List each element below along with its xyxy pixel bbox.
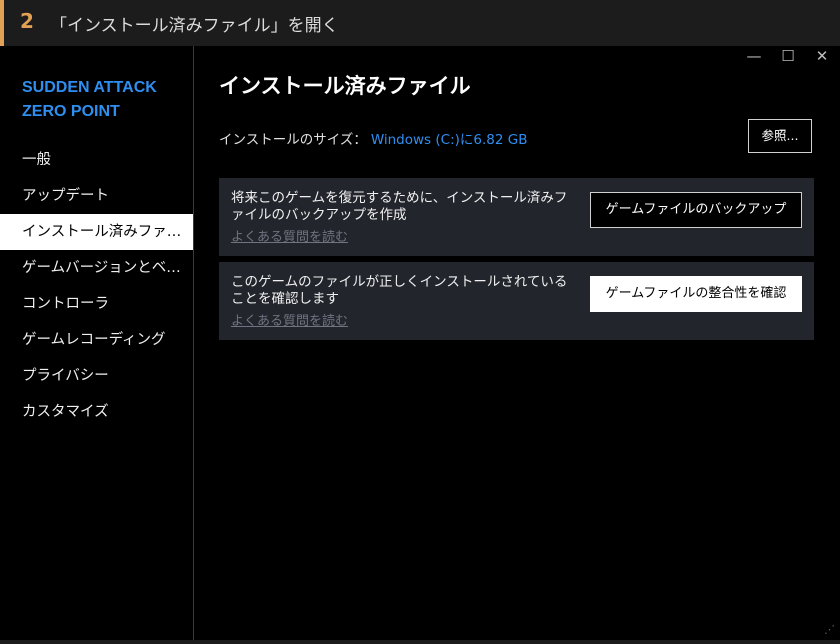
- verify-integrity-button[interactable]: ゲームファイルの整合性を確認: [590, 276, 802, 312]
- install-size-label: インストールのサイズ：: [219, 132, 367, 148]
- step-number: 2: [20, 9, 34, 33]
- backup-faq-link[interactable]: よくある質問を読む: [231, 226, 348, 245]
- sidebar-item-game-recording[interactable]: ゲームレコーディング: [0, 322, 193, 358]
- verify-description: このゲームのファイルが正しくインストールされていることを確認します: [231, 274, 568, 307]
- maximize-icon[interactable]: ☐: [776, 46, 800, 66]
- sidebar-item-customize[interactable]: カスタマイズ: [0, 394, 193, 430]
- close-icon[interactable]: ✕: [810, 46, 834, 66]
- sidebar-item-updates[interactable]: アップデート: [0, 178, 193, 214]
- game-properties-window: — ☐ ✕ SUDDEN ATTACK ZERO POINT 一般 アップデート…: [0, 46, 840, 640]
- settings-nav: 一般 アップデート インストール済みファ… ゲームバージョンとベ… コントローラ…: [0, 142, 193, 430]
- resize-grip-icon[interactable]: ⋰: [824, 624, 836, 636]
- game-title: SUDDEN ATTACK ZERO POINT: [22, 79, 157, 120]
- bottom-strip: [0, 640, 840, 644]
- install-size-value: Windows (C:)に6.82 GB: [370, 132, 528, 148]
- page-title: インストール済みファイル: [219, 74, 471, 98]
- step-instruction: 「インストール済みファイル」を開く: [50, 16, 339, 36]
- window-controls: — ☐ ✕: [742, 46, 834, 66]
- verify-faq-link[interactable]: よくある質問を読む: [231, 310, 348, 329]
- sidebar-item-privacy[interactable]: プライバシー: [0, 358, 193, 394]
- step-banner: 2 「インストール済みファイル」を開く: [0, 0, 840, 46]
- sidebar-item-controller[interactable]: コントローラ: [0, 286, 193, 322]
- minimize-icon[interactable]: —: [742, 46, 766, 66]
- browse-button[interactable]: 参照...: [748, 119, 812, 153]
- backup-description: 将来このゲームを復元するために、インストール済みファイルのバックアップを作成: [231, 190, 568, 223]
- verify-card: このゲームのファイルが正しくインストールされていることを確認します よくある質問…: [219, 262, 814, 340]
- sidebar-item-game-versions[interactable]: ゲームバージョンとベ…: [0, 250, 193, 286]
- backup-card: 将来このゲームを復元するために、インストール済みファイルのバックアップを作成 よ…: [219, 178, 814, 256]
- install-size-row: インストールのサイズ： Windows (C:)に6.82 GB: [219, 128, 527, 148]
- sidebar-item-installed-files[interactable]: インストール済みファ…: [0, 214, 193, 250]
- backup-game-files-button[interactable]: ゲームファイルのバックアップ: [590, 192, 802, 228]
- settings-sidebar: SUDDEN ATTACK ZERO POINT 一般 アップデート インストー…: [0, 46, 194, 640]
- sidebar-item-general[interactable]: 一般: [0, 142, 193, 178]
